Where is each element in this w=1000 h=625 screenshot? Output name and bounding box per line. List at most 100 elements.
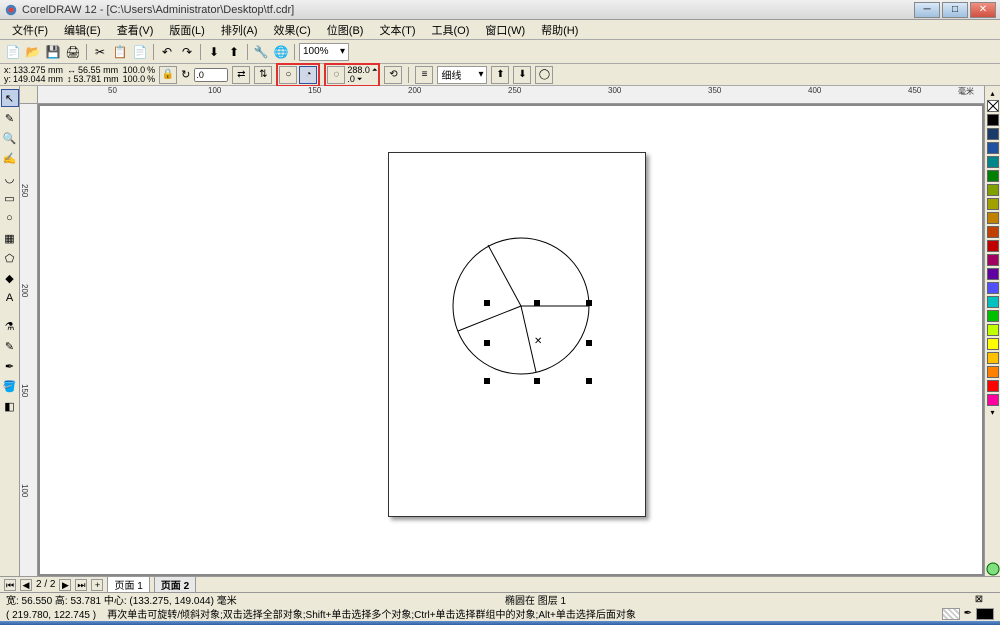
close-button[interactable]: ✕ — [970, 2, 996, 18]
next-page-button[interactable]: ▶ — [59, 579, 71, 591]
outline-width-select[interactable]: 细线▾ — [437, 66, 487, 84]
menu-text[interactable]: 文本(T) — [371, 20, 423, 40]
color-swatch[interactable] — [987, 254, 999, 266]
freehand-tool[interactable]: ✍ — [1, 149, 19, 167]
selection-handle-br[interactable] — [586, 378, 592, 384]
palette-down-arrow[interactable]: ▾ — [989, 407, 995, 418]
pie-ellipse-object[interactable] — [446, 231, 596, 381]
menu-arrange[interactable]: 排列(A) — [213, 20, 266, 40]
eyedropper-tool[interactable]: ✎ — [1, 337, 19, 355]
undo-button[interactable]: ↶ — [158, 43, 176, 61]
blend-tool[interactable]: ⚗ — [1, 317, 19, 335]
selection-handle-mr[interactable] — [586, 340, 592, 346]
arc-direction-button[interactable]: ⟲ — [384, 66, 402, 84]
mirror-h-button[interactable]: ⇄ — [232, 66, 250, 84]
color-swatch[interactable] — [987, 324, 999, 336]
to-back-button[interactable]: ⬇ — [513, 66, 531, 84]
graph-paper-tool[interactable]: ▦ — [1, 229, 19, 247]
page-tab-1[interactable]: 页面 1 — [107, 576, 149, 593]
basic-shapes-tool[interactable]: ◆ — [1, 269, 19, 287]
lock-ratio-button[interactable]: 🔒 — [159, 66, 177, 84]
color-swatch[interactable] — [987, 226, 999, 238]
print-button[interactable]: 🖨 — [64, 43, 82, 61]
import-button[interactable]: ⬇ — [205, 43, 223, 61]
color-swatch[interactable] — [987, 282, 999, 294]
open-button[interactable]: 📂 — [24, 43, 42, 61]
color-swatch[interactable] — [987, 198, 999, 210]
copy-button[interactable]: 📋 — [111, 43, 129, 61]
y-position[interactable]: 149.044 mm — [13, 75, 63, 84]
menu-edit[interactable]: 编辑(E) — [56, 20, 109, 40]
color-swatch[interactable] — [987, 338, 999, 350]
pick-tool[interactable]: ↖ — [1, 89, 19, 107]
ellipse-tool[interactable]: ○ — [1, 209, 19, 227]
to-front-button[interactable]: ⬆ — [491, 66, 509, 84]
fill-status-box[interactable] — [942, 608, 960, 620]
convert-curves-button[interactable]: ◯ — [535, 66, 553, 84]
fill-tool[interactable]: 🪣 — [1, 377, 19, 395]
outline-status-box[interactable] — [976, 608, 994, 620]
rotation-input[interactable] — [194, 68, 228, 82]
menu-view[interactable]: 查看(V) — [109, 20, 162, 40]
zoom-tool[interactable]: 🔍 — [1, 129, 19, 147]
color-swatch[interactable] — [987, 114, 999, 126]
page-tab-2[interactable]: 页面 2 — [154, 576, 196, 593]
color-swatch[interactable] — [987, 128, 999, 140]
color-swatch[interactable] — [987, 240, 999, 252]
menu-bitmap[interactable]: 位图(B) — [319, 20, 372, 40]
paste-button[interactable]: 📄 — [131, 43, 149, 61]
vertical-ruler[interactable]: 250 200 150 100 — [20, 104, 38, 576]
redo-button[interactable]: ↷ — [178, 43, 196, 61]
polygon-tool[interactable]: ⬠ — [1, 249, 19, 267]
color-swatch[interactable] — [987, 212, 999, 224]
last-page-button[interactable]: ⏭ — [75, 579, 87, 591]
color-swatch[interactable] — [987, 394, 999, 406]
pie-mode-button[interactable]: ◔ — [299, 66, 317, 84]
selection-handle-tl[interactable] — [484, 300, 490, 306]
menu-help[interactable]: 帮助(H) — [533, 20, 586, 40]
corel-online-button[interactable]: 🌐 — [272, 43, 290, 61]
selection-handle-ml[interactable] — [484, 340, 490, 346]
height-value[interactable]: 53.781 mm — [74, 75, 119, 84]
app-launcher-button[interactable]: 🔧 — [252, 43, 270, 61]
selection-handle-tm[interactable] — [534, 300, 540, 306]
selection-handle-tr[interactable] — [586, 300, 592, 306]
scale-y[interactable]: 100.0 — [123, 75, 146, 84]
cut-button[interactable]: ✂ — [91, 43, 109, 61]
color-swatch[interactable] — [987, 366, 999, 378]
color-swatch[interactable] — [987, 352, 999, 364]
arc-mode-button[interactable]: ◌ — [327, 66, 345, 84]
rectangle-tool[interactable]: ▭ — [1, 189, 19, 207]
color-swatch[interactable] — [987, 268, 999, 280]
text-tool[interactable]: A — [1, 289, 19, 307]
selection-center[interactable]: ✕ — [534, 338, 542, 346]
maximize-button[interactable]: □ — [942, 2, 968, 18]
selection-handle-bl[interactable] — [484, 378, 490, 384]
color-swatch[interactable] — [987, 170, 999, 182]
no-fill-swatch[interactable] — [987, 100, 999, 112]
prev-page-button[interactable]: ◀ — [20, 579, 32, 591]
color-swatch[interactable] — [987, 184, 999, 196]
add-page-button[interactable]: + — [91, 579, 103, 591]
horizontal-ruler[interactable]: 50 100 150 200 250 300 350 400 450 毫米 — [38, 86, 984, 104]
mirror-v-button[interactable]: ⇅ — [254, 66, 272, 84]
color-swatch[interactable] — [987, 380, 999, 392]
palette-up-arrow[interactable]: ▴ — [989, 88, 995, 99]
palette-flyout-icon[interactable] — [986, 562, 1000, 576]
new-button[interactable]: 📄 — [4, 43, 22, 61]
canvas[interactable]: ✕ — [38, 104, 984, 576]
selection-handle-bm[interactable] — [534, 378, 540, 384]
save-button[interactable]: 💾 — [44, 43, 62, 61]
ruler-origin[interactable] — [20, 86, 38, 104]
minimize-button[interactable]: ─ — [914, 2, 940, 18]
menu-effects[interactable]: 效果(C) — [266, 20, 319, 40]
color-swatch[interactable] — [987, 156, 999, 168]
first-page-button[interactable]: ⏮ — [4, 579, 16, 591]
export-button[interactable]: ⬆ — [225, 43, 243, 61]
menu-file[interactable]: 文件(F) — [4, 20, 56, 40]
color-swatch[interactable] — [987, 142, 999, 154]
menu-layout[interactable]: 版面(L) — [161, 20, 212, 40]
color-swatch[interactable] — [987, 310, 999, 322]
zoom-level-select[interactable]: 100%▾ — [299, 43, 349, 61]
interactive-fill-tool[interactable]: ◧ — [1, 397, 19, 415]
